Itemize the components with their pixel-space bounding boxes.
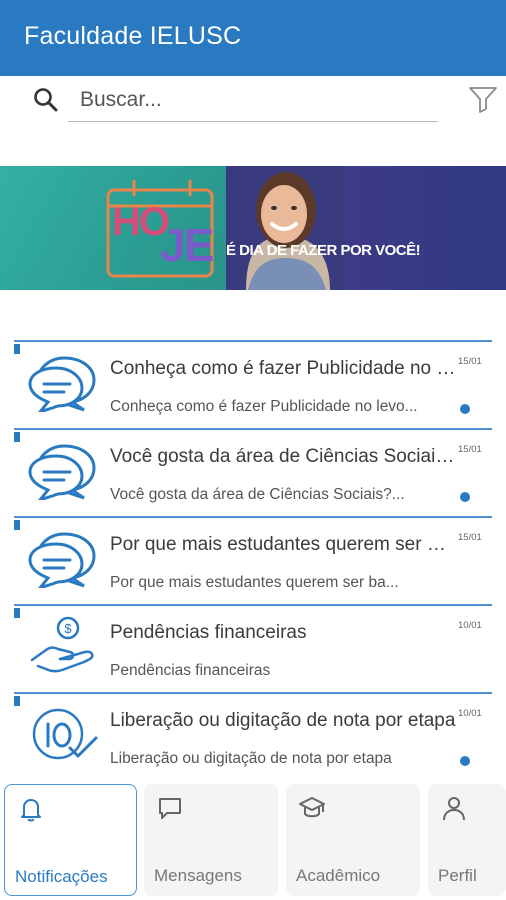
notification-item[interactable]: Conheça como é fazer Publicidade no levo… — [14, 340, 492, 428]
tab-mensagens[interactable]: Mensagens — [144, 784, 278, 896]
svg-text:$: $ — [64, 621, 72, 636]
hand-coin-icon: $ — [30, 616, 94, 673]
notification-item[interactable]: Por que mais estudantes querem ser ba...… — [14, 516, 492, 604]
notification-title: Você gosta da área de Ciências Sociais?.… — [110, 446, 456, 467]
search-field[interactable] — [68, 82, 438, 122]
filter-icon[interactable] — [468, 84, 498, 114]
promo-banner[interactable]: HO JE É DIA DE FAZER POR VOCÊ! — [0, 166, 506, 290]
person-icon — [443, 797, 465, 821]
item-marker — [14, 432, 20, 442]
tab-label: Acadêmico — [296, 866, 381, 885]
item-marker — [14, 344, 20, 354]
bottom-tab-bar: Notificações Mensagens Acadêmico Perfil — [0, 784, 506, 900]
notification-item[interactable]: $ Pendências financeiras Pendências fina… — [14, 604, 492, 692]
item-marker — [14, 608, 20, 618]
notification-date: 15/01 — [458, 532, 482, 543]
tab-notificacoes[interactable]: Notificações — [4, 784, 137, 896]
tab-label: Perfil — [438, 866, 477, 885]
notification-subtitle: Liberação ou digitação de nota por etapa — [110, 750, 392, 767]
grade-ten-icon — [32, 708, 98, 760]
notification-title: Pendências financeiras — [110, 622, 307, 643]
notification-subtitle: Pendências financeiras — [110, 662, 271, 679]
notification-date: 10/01 — [458, 620, 482, 631]
unread-dot — [460, 756, 470, 766]
unread-dot — [460, 404, 470, 414]
tab-label: Mensagens — [154, 866, 242, 885]
chat-bubbles-icon — [28, 356, 96, 412]
notification-item[interactable]: Você gosta da área de Ciências Sociais?.… — [14, 428, 492, 516]
banner-tagline: É DIA DE FAZER POR VOCÊ! — [226, 242, 421, 259]
notification-date: 15/01 — [458, 356, 482, 367]
search-icon[interactable] — [32, 86, 60, 114]
chat-bubbles-icon — [28, 444, 96, 500]
banner-hoje-part2: JE — [160, 219, 214, 271]
tab-perfil[interactable]: Perfil — [428, 784, 506, 896]
search-input[interactable] — [68, 82, 438, 118]
notification-item[interactable]: Liberação ou digitação de nota por etapa… — [14, 692, 492, 780]
bell-icon — [21, 799, 41, 822]
woman-photo — [226, 166, 346, 290]
notification-date: 10/01 — [458, 708, 482, 719]
tab-academico[interactable]: Acadêmico — [286, 784, 420, 896]
notification-subtitle: Você gosta da área de Ciências Sociais?.… — [110, 486, 405, 503]
chat-bubbles-icon — [28, 532, 96, 588]
item-marker — [14, 520, 20, 530]
unread-dot — [460, 492, 470, 502]
notification-title: Conheça como é fazer Publicidade no levo… — [110, 358, 456, 379]
search-bar — [0, 76, 506, 136]
notification-subtitle: Conheça como é fazer Publicidade no levo… — [110, 398, 418, 415]
item-marker — [14, 696, 20, 706]
notification-list: Conheça como é fazer Publicidade no levo… — [14, 340, 492, 780]
app-title: Faculdade IELUSC — [24, 22, 242, 50]
graduation-cap-icon — [299, 797, 325, 818]
tab-label: Notificações — [15, 867, 108, 886]
app-bar: Faculdade IELUSC — [0, 0, 506, 76]
notification-title: Por que mais estudantes querem ser ba... — [110, 534, 456, 555]
notification-subtitle: Por que mais estudantes querem ser ba... — [110, 574, 399, 591]
notification-date: 15/01 — [458, 444, 482, 455]
message-icon — [159, 798, 181, 819]
notification-title: Liberação ou digitação de nota por etapa — [110, 710, 456, 731]
